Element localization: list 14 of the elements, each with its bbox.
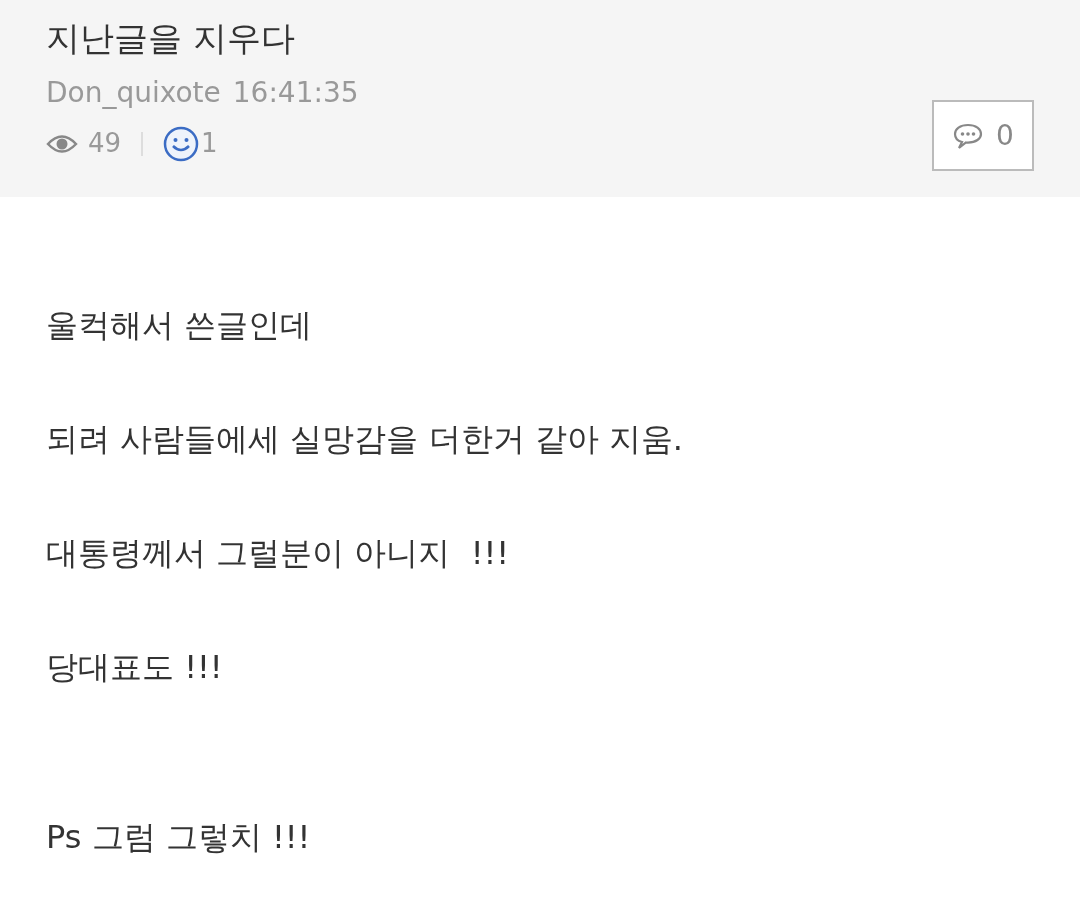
author-name[interactable]: Don_quixote [46, 76, 221, 110]
body-paragraph: 되려 사람들에세 실망감을 더한거 같아 지움. [46, 419, 685, 460]
body-paragraph: 울컥해서 쓴글인데 [46, 305, 314, 346]
smiley-icon[interactable] [163, 125, 200, 162]
post-title: 지난글을 지우다 [46, 17, 296, 60]
body-paragraph: Ps 그럼 그렇치 !!! [46, 817, 312, 858]
like-count: 1 [201, 127, 218, 160]
view-count: 49 [88, 127, 122, 160]
comment-button[interactable]: 0 [932, 100, 1034, 171]
post-time: 16:41:35 [232, 76, 359, 110]
body-paragraph: 대통령께서 그럴분이 아니지 !!! [46, 533, 511, 574]
eye-icon [46, 132, 78, 155]
body-paragraph: 당대표도 !!! [46, 647, 224, 688]
speech-bubble-icon [952, 121, 985, 150]
